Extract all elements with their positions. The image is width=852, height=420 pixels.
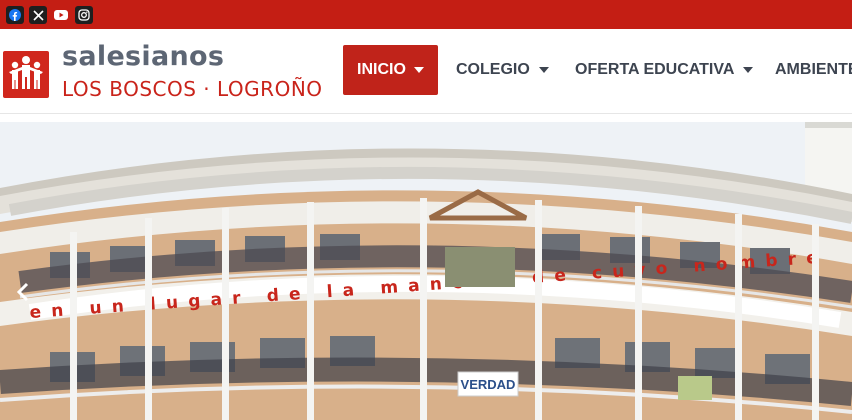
chevron-down-icon — [743, 67, 754, 73]
hero-sign-text: VERDAD — [461, 377, 516, 392]
nav-item-label: OFERTA EDUCATIVA — [575, 61, 735, 78]
top-social-bar — [0, 0, 852, 29]
hero-slider[interactable]: en un lugar de la mancha de cuyo nombre … — [0, 122, 852, 420]
chevron-down-icon — [413, 67, 424, 73]
nav-item-ambiente[interactable]: AMBIENTE — [775, 45, 852, 95]
brand-subtitle[interactable]: LOS BOSCOS · LOGROÑO — [62, 77, 323, 101]
nav-item-label: INICIO — [357, 61, 406, 78]
youtube-icon[interactable] — [52, 6, 70, 24]
brand-name[interactable]: salesianos — [62, 41, 224, 72]
nav-item-label: AMBIENTE — [775, 61, 852, 78]
x-twitter-icon[interactable] — [29, 6, 47, 24]
chevron-down-icon — [538, 67, 549, 73]
nav-item-inicio[interactable]: INICIO — [343, 45, 438, 95]
nav-item-colegio[interactable]: COLEGIO — [456, 45, 549, 95]
nav-item-oferta-educativa[interactable]: OFERTA EDUCATIVA — [575, 45, 754, 95]
site-header: salesianos LOS BOSCOS · LOGROÑO INICIO C… — [0, 29, 852, 114]
instagram-icon[interactable] — [75, 6, 93, 24]
hero-image: en un lugar de la mancha de cuyo nombre … — [0, 122, 852, 420]
salesianos-logo-icon[interactable] — [3, 51, 49, 98]
facebook-icon[interactable] — [6, 6, 24, 24]
chevron-left-icon[interactable] — [10, 277, 36, 307]
nav-item-label: COLEGIO — [456, 61, 530, 78]
